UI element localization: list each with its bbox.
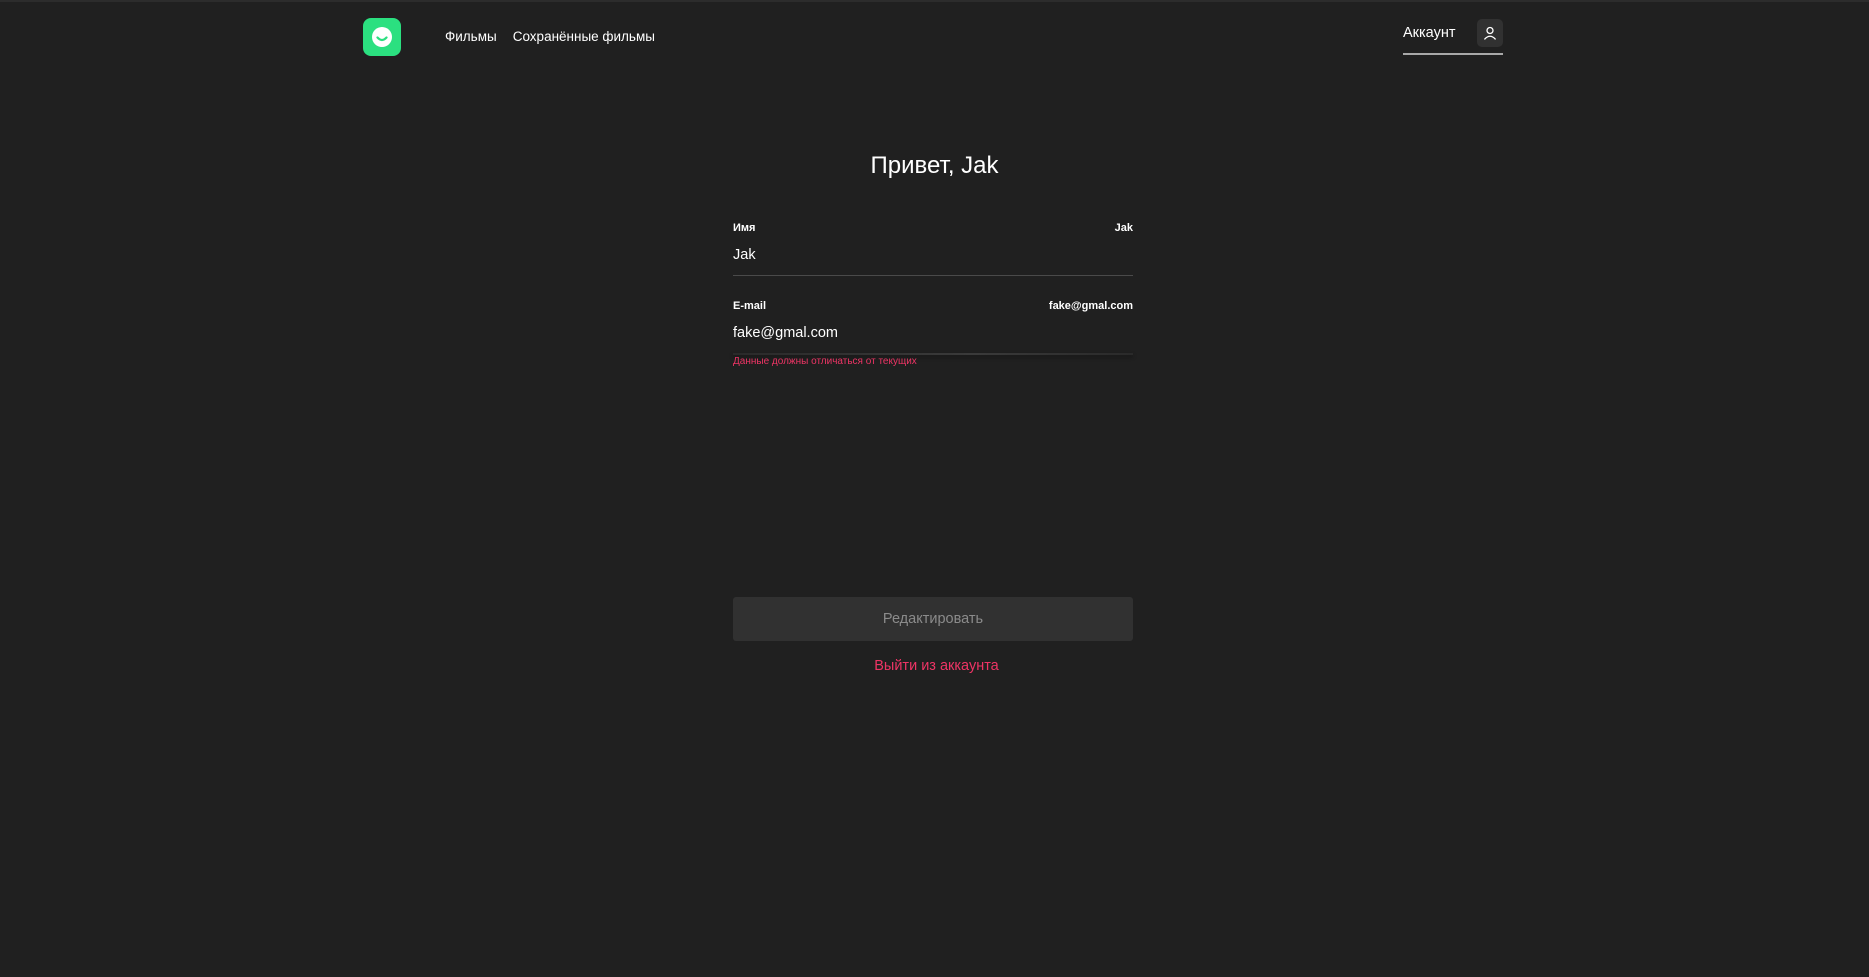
name-field-header: Имя Jak	[733, 222, 1133, 234]
email-input[interactable]	[733, 322, 1133, 344]
name-field: Имя Jak	[733, 222, 1133, 276]
email-error-message: Данные должны отличаться от текущих	[733, 356, 917, 367]
account-button[interactable]: Аккаунт	[1403, 18, 1503, 55]
name-field-underline	[733, 275, 1133, 276]
email-field-header: E-mail fake@gmal.com	[733, 300, 1133, 312]
email-current-value: fake@gmal.com	[1048, 300, 1133, 312]
edit-button[interactable]: Редактировать	[733, 597, 1133, 641]
email-field-label: E-mail	[733, 300, 767, 312]
logout-link[interactable]: Выйти из аккаунта	[733, 658, 1140, 674]
account-label: Аккаунт	[1403, 24, 1456, 41]
name-input[interactable]	[733, 244, 1133, 266]
page-title: Привет, Jak	[0, 152, 1869, 180]
account-icon-box	[1477, 18, 1503, 47]
user-icon	[1484, 26, 1496, 40]
email-field: E-mail fake@gmal.com Данные должны отлич…	[733, 300, 1133, 367]
site-header: Фильмы Сохранённые фильмы Аккаунт	[0, 0, 1869, 76]
nav-link-saved-films[interactable]: Сохранённые фильмы	[513, 29, 655, 44]
name-current-value: Jak	[1114, 222, 1133, 234]
smile-logo-icon	[372, 27, 392, 47]
main-nav: Фильмы Сохранённые фильмы	[445, 29, 655, 44]
email-field-underline	[733, 353, 1133, 355]
home-logo[interactable]	[363, 18, 401, 56]
name-field-label: Имя	[733, 222, 756, 234]
greeting-text: Привет, Jak	[870, 152, 999, 179]
nav-link-films[interactable]: Фильмы	[445, 29, 497, 44]
profile-form: Имя Jak E-mail fake@gmal.com Данные долж…	[733, 222, 1133, 367]
